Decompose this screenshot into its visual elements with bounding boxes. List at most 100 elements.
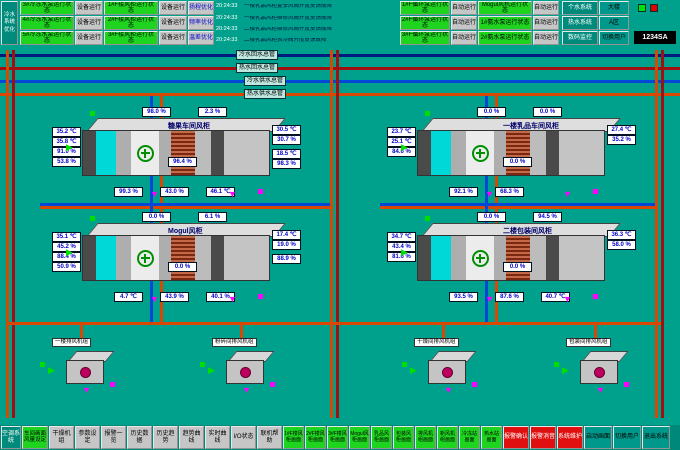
status-button[interactable]: 3#F楼风柜运行状态 <box>104 31 158 45</box>
tab-water-system[interactable]: 个水系统 <box>562 1 598 15</box>
status-button[interactable]: 1#氨水泵运行状态 <box>478 16 532 30</box>
tab-building[interactable]: 大楼 <box>599 1 629 15</box>
alarm-time: 20:24:33 <box>216 27 242 33</box>
screen-nav-button[interactable]: 3#F楼风柜画面 <box>327 426 348 449</box>
ahu-heating-coil-section <box>506 131 530 175</box>
ahu-heating-coil-section <box>506 236 530 280</box>
switch-user-button[interactable]: 切换用户 <box>613 426 641 449</box>
optimize-button[interactable]: 扬程优化 <box>188 1 214 15</box>
tab-hvac-system[interactable]: 空调系统 <box>1 426 21 449</box>
status-mode-button[interactable]: 自动运行 <box>451 16 477 30</box>
ahu-outlet-section <box>546 236 559 280</box>
ahu-mid-section <box>195 236 211 280</box>
video-monitor-button[interactable]: 数码监控 <box>562 31 598 45</box>
toolbar-button[interactable]: 历史趋势 <box>153 426 178 449</box>
airflow-in-arrow-icon: ▶ <box>410 366 417 375</box>
status-mode-button[interactable]: 设备运行 <box>159 16 187 30</box>
ahu-body-section <box>224 236 269 280</box>
alarm-mute-button[interactable]: 报警消音 <box>530 426 556 449</box>
screen-nav-button[interactable]: 热水站画面 <box>481 426 502 449</box>
ahu-fan-section <box>466 131 494 175</box>
status-square-icon <box>90 111 95 116</box>
screen-nav-button[interactable]: Mogul风柜画面 <box>349 426 370 449</box>
screen-nav-button[interactable]: 排风机组画面 <box>415 426 436 449</box>
water-flow-arrow-icon: ▼ <box>563 190 572 199</box>
tab-zone-a[interactable]: A区 <box>599 16 629 30</box>
pipe-hot-supply <box>0 93 680 96</box>
status-button[interactable]: 2#F楼风柜运行状态 <box>104 16 158 30</box>
status-mode-button[interactable]: 设备运行 <box>75 16 103 30</box>
status-button[interactable]: 2#氨水泵运行状态 <box>478 31 532 45</box>
valve-readout: 4.7 ℃ <box>114 292 143 302</box>
airflow-out-arrow-icon: ▼ <box>596 386 605 395</box>
pipe-riser <box>330 50 333 418</box>
screen-nav-button[interactable]: 1#F楼风柜画面 <box>283 426 304 449</box>
status-button[interactable]: 2#F循环泵运行状态 <box>400 16 450 30</box>
pipe-label-cold-return: 冷水回水总管 <box>236 50 278 60</box>
toolbar-button[interactable]: 参数设定 <box>75 426 100 449</box>
ahu-body-section <box>224 131 269 175</box>
status-button[interactable]: 5#冷冻水泵运行状态 <box>20 31 74 45</box>
status-mode-button[interactable]: 设备运行 <box>159 1 187 15</box>
screen-nav-button[interactable]: 乳品风柜画面 <box>371 426 392 449</box>
screen-nav-button[interactable]: 2#F楼风柜画面 <box>305 426 326 449</box>
status-mode-button[interactable]: 自动运行 <box>533 16 559 30</box>
screen-nav-button[interactable]: 包装风柜画面 <box>393 426 414 449</box>
ahu-cooling-coil-section <box>96 131 116 175</box>
airflow-in-arrow-icon: ▶ <box>401 143 408 152</box>
tab-chilled-water-system[interactable]: 冷水 系统 优化 <box>1 1 18 45</box>
status-button[interactable]: 1#F循环泵运行状态 <box>400 1 450 15</box>
optimize-button[interactable]: 频率优化 <box>188 16 214 30</box>
airflow-out-arrow-icon: ▼ <box>444 386 453 395</box>
toolbar-button[interactable]: I/O状态 <box>231 426 256 449</box>
toolbar-button[interactable]: 联机帮助 <box>257 426 282 449</box>
pipe-riser <box>661 50 664 418</box>
status-mode-button[interactable]: 自动运行 <box>533 1 559 15</box>
airflow-setting-button[interactable]: 车间画面风量设定 <box>22 426 48 449</box>
damper-readout: 94.5 % <box>533 212 562 222</box>
humidity-readout: 35.2 % <box>607 135 636 145</box>
pipe-riser <box>655 50 658 418</box>
system-tabs: 个水系统 大楼 热水系统 A区 数码监控 切换用户 <box>562 1 629 45</box>
status-mode-button[interactable]: 自动运行 <box>451 1 477 15</box>
status-mode-button[interactable]: 设备运行 <box>75 1 103 15</box>
pipe-label-hot-supply: 热水供水总管 <box>244 89 286 99</box>
toolbar-button[interactable]: 趋势曲线 <box>179 426 204 449</box>
temp-readout: 17.4 ℃ <box>272 230 301 240</box>
ahu-outlet-section <box>546 131 559 175</box>
status-square-icon <box>270 382 275 387</box>
ahu-front-face <box>82 235 270 281</box>
screen-nav-button[interactable]: 冷冻站画面 <box>459 426 480 449</box>
ahu-label: 一楼乳品车间风柜 <box>503 121 559 131</box>
status-mode-button[interactable]: 自动运行 <box>533 31 559 45</box>
system-maintain-button[interactable]: 系统维护 <box>557 426 583 449</box>
damper-readout: 0.0 % <box>477 107 506 117</box>
status-square-icon <box>425 216 430 221</box>
ahu-label: 糖果车间风柜 <box>168 121 210 131</box>
status-mode-button[interactable]: 设备运行 <box>159 31 187 45</box>
status-mode-button[interactable]: 自动运行 <box>451 31 477 45</box>
alarm-row: 20:24:33 二楼乳品风柜维修风阀开度反馈故障 <box>216 25 398 35</box>
exit-system-button[interactable]: 退出系统 <box>642 426 670 449</box>
alarm-ack-button[interactable]: 报警确认 <box>503 426 529 449</box>
home-screen-button[interactable]: 启动画面 <box>584 426 612 449</box>
toolbar-button[interactable]: 实时曲线 <box>205 426 230 449</box>
optimize-button[interactable]: 温差优化 <box>188 31 214 45</box>
toolbar-button[interactable]: 历史数据 <box>127 426 152 449</box>
screen-nav-button[interactable]: 新风机组画面 <box>437 426 458 449</box>
water-flow-arrow-icon: ▼ <box>228 190 237 199</box>
valve-readout: 92.1 % <box>449 187 478 197</box>
valve-readout: 43.9 % <box>160 292 189 302</box>
humidity-readout: 58.0 % <box>607 240 636 250</box>
exhaust-fan-label: 干燥间排风机组 <box>414 338 459 347</box>
toolbar-button[interactable]: 干燥机组 <box>49 426 74 449</box>
status-button[interactable]: 4#冷冻水泵运行状态 <box>20 16 74 30</box>
status-button[interactable]: 3#冷冻水泵运行状态 <box>20 1 74 15</box>
status-button[interactable]: 3#F循环泵运行状态 <box>400 31 450 45</box>
switch-user-button[interactable]: 切换用户 <box>599 31 629 45</box>
status-button[interactable]: Mogul风机运行状态 <box>478 1 532 15</box>
tab-hot-water-system[interactable]: 热水系统 <box>562 16 598 30</box>
status-button[interactable]: 1#F楼风柜运行状态 <box>104 1 158 15</box>
status-mode-button[interactable]: 设备运行 <box>75 31 103 45</box>
toolbar-button[interactable]: 报警一览 <box>101 426 126 449</box>
